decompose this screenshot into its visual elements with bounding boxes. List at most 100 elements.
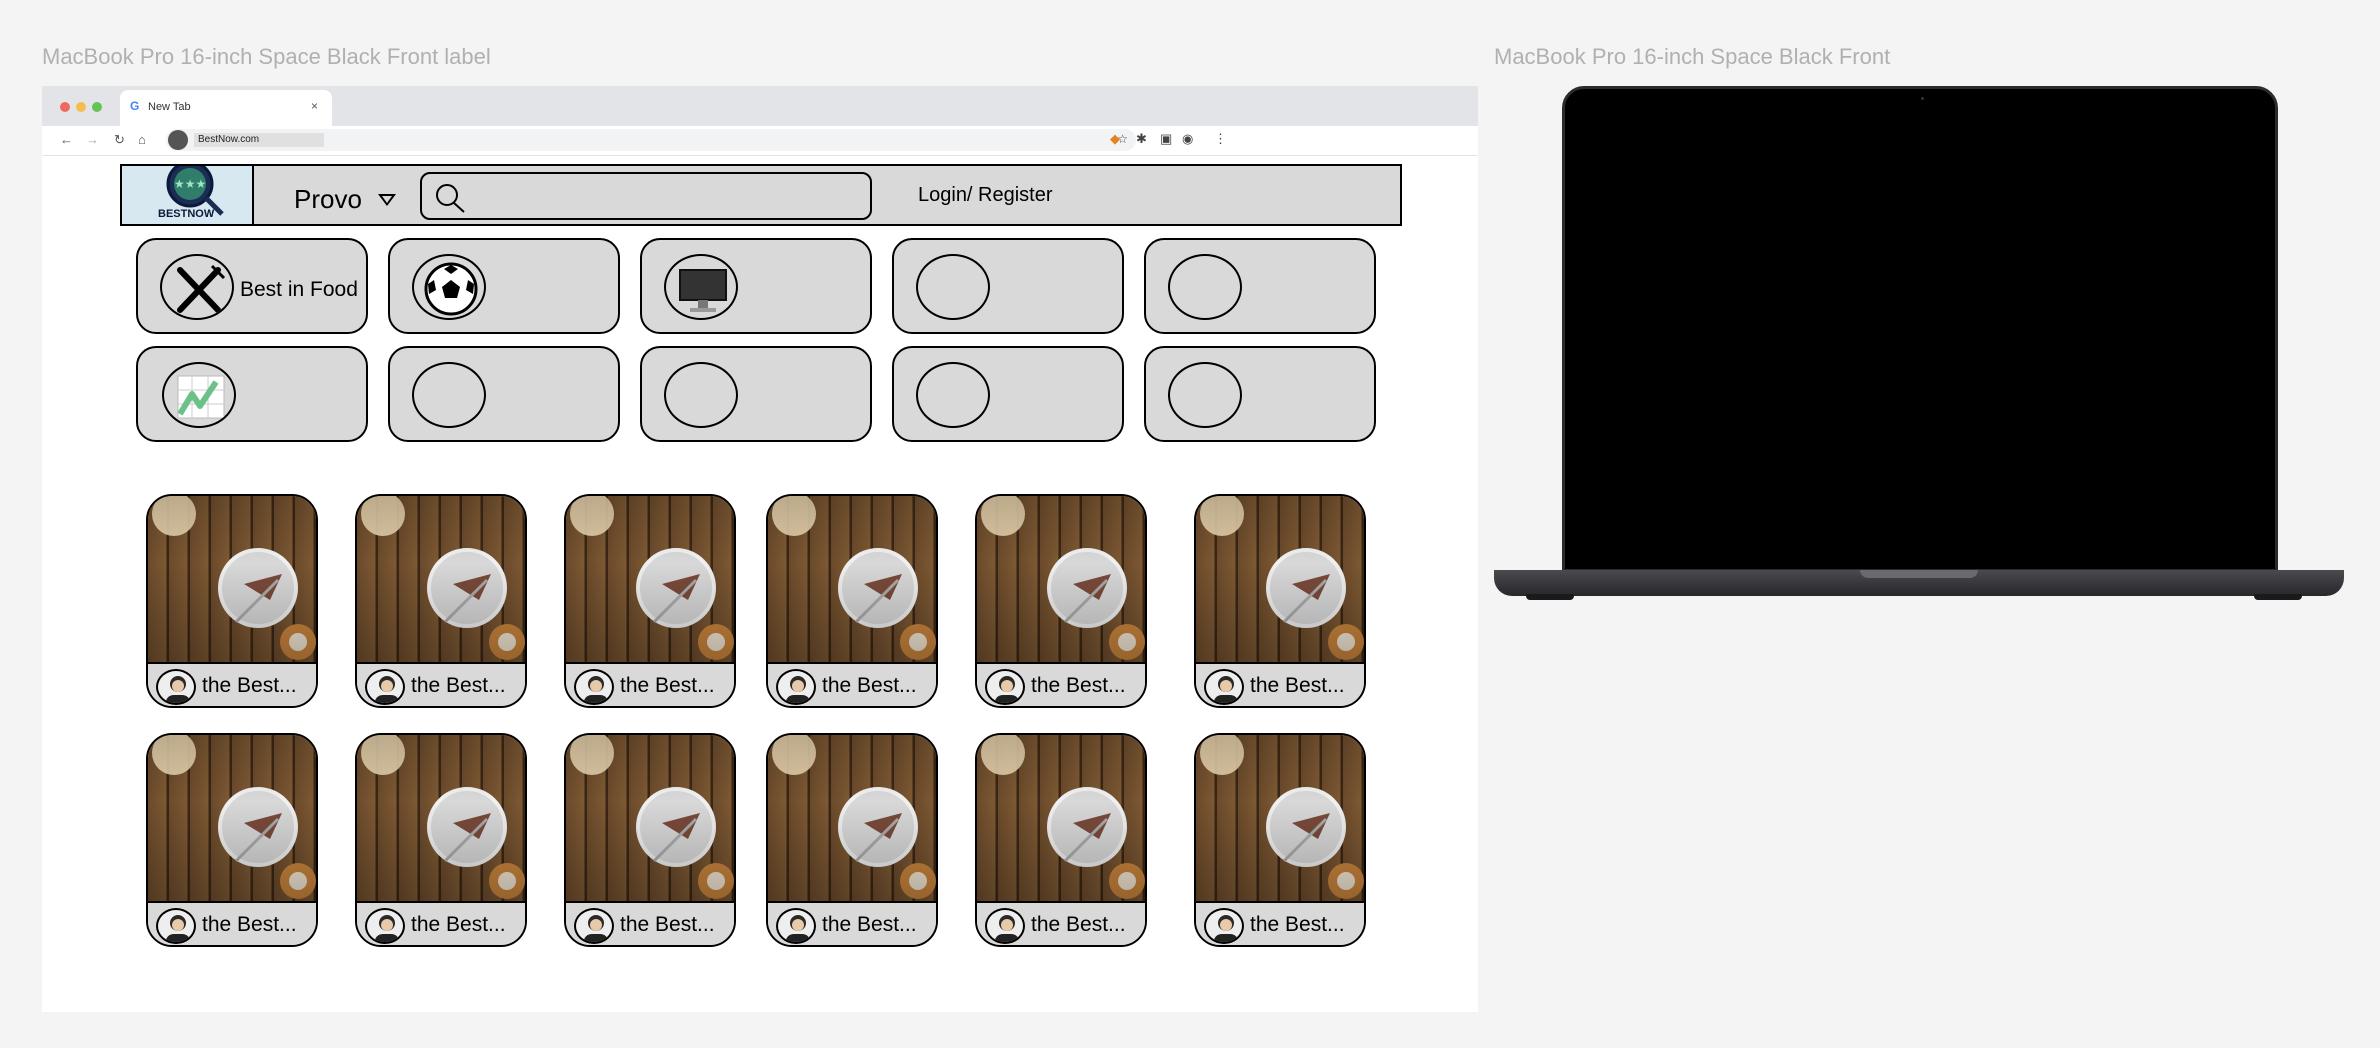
sidebar-icon[interactable]: ▣: [1160, 131, 1172, 147]
address-bar[interactable]: BestNow.com ☆: [166, 129, 1136, 151]
home-icon[interactable]: ⌂: [138, 132, 146, 147]
macbook-foot: [2254, 594, 2302, 600]
card-caption: the Best...: [202, 674, 297, 697]
site-header: ★★★ BESTNOW Provo Login/ Register: [120, 164, 1402, 226]
category-placeholder-icon: [412, 362, 486, 428]
login-register-link[interactable]: Login/ Register: [918, 184, 1053, 207]
left-frame-label: MacBook Pro 16-inch Space Black Front la…: [42, 44, 491, 69]
logo-text: BESTNOW: [158, 208, 215, 220]
category-placeholder-icon: [664, 362, 738, 428]
category-pill[interactable]: [892, 346, 1124, 442]
forward-icon[interactable]: →: [86, 132, 99, 147]
close-tab-icon[interactable]: ×: [311, 99, 318, 113]
recommendation-card[interactable]: the Best...: [355, 494, 527, 708]
avatar: [985, 669, 1025, 705]
photo-overlay: [768, 496, 936, 662]
close-window-dot[interactable]: [60, 102, 70, 112]
fork-knife-icon: [160, 254, 234, 320]
photo-overlay: [566, 496, 734, 662]
card-caption-bar: the Best...: [566, 662, 734, 706]
card-caption-bar: the Best...: [566, 901, 734, 945]
avatar: [574, 908, 614, 944]
menu-icon[interactable]: ⋮: [1214, 131, 1227, 147]
url-text[interactable]: BestNow.com: [194, 133, 324, 147]
card-caption: the Best...: [411, 674, 506, 697]
macbook-screen: [1562, 86, 2278, 572]
card-caption-bar: the Best...: [148, 662, 316, 706]
category-pill-sports[interactable]: [388, 238, 620, 334]
card-caption: the Best...: [1250, 674, 1345, 697]
card-caption-bar: the Best...: [357, 662, 525, 706]
card-caption-bar: the Best...: [1196, 901, 1364, 945]
chevron-down-icon[interactable]: [378, 194, 396, 206]
card-caption: the Best...: [822, 913, 917, 936]
photo-overlay: [148, 735, 316, 901]
category-label: Best in Food: [240, 278, 358, 301]
city-selector[interactable]: Provo: [294, 184, 362, 215]
recommendation-card[interactable]: the Best...: [146, 494, 318, 708]
back-icon[interactable]: ←: [60, 132, 73, 147]
card-caption: the Best...: [1250, 913, 1345, 936]
reload-icon[interactable]: ↻: [114, 132, 125, 148]
category-pill-trending[interactable]: [136, 346, 368, 442]
avatar: [776, 908, 816, 944]
macbook-foot: [1526, 594, 1574, 600]
avatar: [365, 669, 405, 705]
photo-overlay: [977, 735, 1145, 901]
search-icon: [436, 184, 465, 213]
avatar: [365, 908, 405, 944]
category-pill[interactable]: [1144, 346, 1376, 442]
recommendation-card[interactable]: the Best...: [1194, 733, 1366, 947]
card-caption-bar: the Best...: [148, 901, 316, 945]
site-info-icon[interactable]: [168, 130, 188, 150]
recommendation-card[interactable]: the Best...: [766, 733, 938, 947]
recommendation-card[interactable]: the Best...: [1194, 494, 1366, 708]
recommendation-card[interactable]: the Best...: [564, 733, 736, 947]
search-input[interactable]: [420, 172, 872, 220]
category-pill[interactable]: [388, 346, 620, 442]
photo-overlay: [148, 496, 316, 662]
fox-extension-icon[interactable]: ◆: [1110, 131, 1120, 147]
photo-overlay: [977, 496, 1145, 662]
category-pill[interactable]: [1144, 238, 1376, 334]
bestnow-logo[interactable]: ★★★ BESTNOW: [122, 166, 254, 224]
photo-overlay: [357, 496, 525, 662]
puzzle-extension-icon[interactable]: ✱: [1136, 131, 1147, 147]
recommendation-card[interactable]: the Best...: [975, 494, 1147, 708]
camera-icon: [1921, 97, 1924, 100]
photo-overlay: [566, 735, 734, 901]
recommendation-card[interactable]: the Best...: [564, 494, 736, 708]
recommendation-card[interactable]: the Best...: [975, 733, 1147, 947]
monitor-icon: [664, 254, 738, 320]
avatar: [156, 908, 196, 944]
trending-chart-icon: [162, 362, 236, 428]
card-caption-bar: the Best...: [1196, 662, 1364, 706]
card-caption: the Best...: [411, 913, 506, 936]
recommendation-card[interactable]: the Best...: [355, 733, 527, 947]
google-icon: G: [130, 99, 140, 113]
category-pill[interactable]: [640, 346, 872, 442]
maximize-window-dot[interactable]: [92, 102, 102, 112]
card-caption-bar: the Best...: [768, 901, 936, 945]
card-caption-bar: the Best...: [977, 901, 1145, 945]
tab-strip: G New Tab ×: [42, 86, 1478, 126]
category-pill-food[interactable]: Best in Food: [136, 238, 368, 334]
category-placeholder-icon: [916, 362, 990, 428]
avatar: [1204, 908, 1244, 944]
card-caption-bar: the Best...: [357, 901, 525, 945]
avatar: [574, 669, 614, 705]
category-pill-tech[interactable]: [640, 238, 872, 334]
category-placeholder-icon: [1168, 362, 1242, 428]
category-pill[interactable]: [892, 238, 1124, 334]
card-caption: the Best...: [620, 674, 715, 697]
recommendation-card[interactable]: the Best...: [146, 733, 318, 947]
avatar: [985, 908, 1025, 944]
minimize-window-dot[interactable]: [76, 102, 86, 112]
avatar: [1204, 669, 1244, 705]
recommendation-card[interactable]: the Best...: [766, 494, 938, 708]
avatar: [776, 669, 816, 705]
card-caption-bar: the Best...: [977, 662, 1145, 706]
browser-tab[interactable]: G New Tab ×: [120, 90, 332, 126]
card-caption: the Best...: [1031, 913, 1126, 936]
profile-avatar-icon[interactable]: ◉: [1182, 131, 1193, 147]
